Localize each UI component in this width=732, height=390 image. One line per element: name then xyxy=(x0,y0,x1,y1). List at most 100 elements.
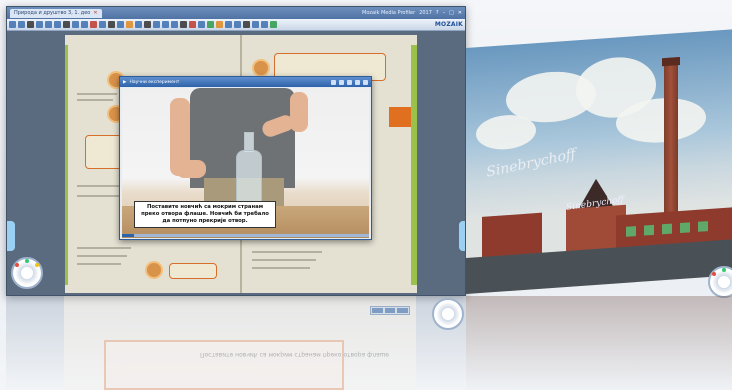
chapter-marker xyxy=(389,107,411,127)
edit-icon[interactable] xyxy=(347,79,352,85)
blue-pen-icon[interactable] xyxy=(198,21,205,28)
highlighter-icon[interactable] xyxy=(126,21,133,28)
building-sign: Sinebrychoff xyxy=(485,146,577,181)
minimize-icon[interactable]: – xyxy=(443,10,446,16)
close-icon[interactable] xyxy=(363,79,368,85)
text-line xyxy=(77,247,131,249)
green-pen-icon[interactable] xyxy=(207,21,214,28)
minimize-icon[interactable] xyxy=(355,79,360,85)
window xyxy=(680,222,690,234)
left-hand xyxy=(176,160,206,178)
float-button[interactable] xyxy=(384,308,396,313)
text-line xyxy=(252,251,322,253)
brand-logo: MOZAIK xyxy=(434,21,463,28)
shape-icon[interactable] xyxy=(117,21,124,28)
settings-icon[interactable] xyxy=(261,21,268,28)
next-page-tab[interactable] xyxy=(459,221,465,251)
character-bubble[interactable] xyxy=(252,59,270,77)
page-margin-bar xyxy=(411,45,417,285)
yellow-dot-icon xyxy=(35,263,39,267)
red-dot-icon xyxy=(15,263,19,267)
text-icon[interactable] xyxy=(99,21,106,28)
menu-icon[interactable] xyxy=(9,21,16,28)
text-line xyxy=(252,259,316,261)
library-icon[interactable] xyxy=(18,21,25,28)
search-icon[interactable] xyxy=(36,21,43,28)
text-line xyxy=(252,267,310,269)
maximize-icon[interactable]: □ xyxy=(449,10,454,16)
reflection: Поставите новчић са мокрим странам преко… xyxy=(0,296,732,390)
red-pen-icon[interactable] xyxy=(189,21,196,28)
text-line xyxy=(77,93,117,95)
window xyxy=(644,224,654,236)
brush-icon[interactable] xyxy=(180,21,187,28)
video-subtitle: Поставите новчић са мокрим странам преко… xyxy=(134,201,276,228)
text-line xyxy=(77,99,113,101)
tool-dial-reflection[interactable] xyxy=(432,298,464,330)
fullscreen-icon[interactable] xyxy=(339,79,344,85)
float-button[interactable] xyxy=(397,308,409,313)
glass-bottle xyxy=(236,132,262,210)
red-dot-icon xyxy=(712,272,716,276)
pin-icon[interactable] xyxy=(331,79,336,85)
film-icon: ▶ xyxy=(123,79,127,85)
share-icon[interactable] xyxy=(252,21,259,28)
eraser-icon[interactable] xyxy=(135,21,142,28)
factory-photo: Sinebrychoff Sinebrychoff xyxy=(466,29,732,294)
help-icon[interactable]: ? xyxy=(436,10,439,16)
player-controls xyxy=(331,79,368,85)
reflection-photo xyxy=(466,296,732,390)
character-bubble[interactable] xyxy=(145,261,163,279)
tool-dial-right[interactable] xyxy=(708,266,732,298)
video-frame[interactable]: Поставите новчић са мокрим странам преко… xyxy=(122,88,369,238)
player-title-bar: ▶ Научни експеримент xyxy=(120,77,371,87)
title-bar: Природа и друштво 3, 1. део ✕ Mozaik Med… xyxy=(7,7,465,19)
cloud xyxy=(476,113,536,152)
chimney xyxy=(662,57,680,219)
text-line xyxy=(77,263,121,265)
zoom-icon[interactable] xyxy=(72,21,79,28)
window-controls: ? – □ ✕ xyxy=(436,10,462,16)
stamp-icon[interactable] xyxy=(225,21,232,28)
screen: Природа и друштво 3, 1. део ✕ Mozaik Med… xyxy=(0,0,732,390)
ruler-icon[interactable] xyxy=(108,21,115,28)
tool-dial[interactable] xyxy=(11,257,43,289)
reflection-subtitle-box xyxy=(104,340,344,390)
fit-icon[interactable] xyxy=(81,21,88,28)
player-title: Научни експеримент xyxy=(129,79,180,85)
record-icon[interactable] xyxy=(90,21,97,28)
camera-icon[interactable] xyxy=(234,21,241,28)
window xyxy=(662,223,672,235)
redo-icon[interactable] xyxy=(153,21,160,28)
prev-page-tab[interactable] xyxy=(7,221,15,251)
print-icon[interactable] xyxy=(243,21,250,28)
close-icon[interactable]: ✕ xyxy=(458,10,462,16)
video-progress-bar[interactable] xyxy=(122,234,369,237)
app-title: Mozaik Mediа Profiler xyxy=(362,10,416,16)
marker-icon[interactable] xyxy=(216,21,223,28)
window xyxy=(698,221,708,232)
video-player-window: ▶ Научни експеримент Поставите новчић са… xyxy=(119,76,372,240)
double-page-icon[interactable] xyxy=(54,21,61,28)
progress-fill xyxy=(122,234,135,237)
text-line xyxy=(77,195,123,197)
arrow-left-icon[interactable] xyxy=(162,21,169,28)
page-margin-bar xyxy=(65,45,68,285)
tab-label: Природа и друштво 3, 1. део xyxy=(14,9,91,16)
chimney-cap xyxy=(662,57,680,67)
green-dot-icon xyxy=(25,259,29,263)
pointer-icon[interactable] xyxy=(63,21,70,28)
page-view-icon[interactable] xyxy=(45,21,52,28)
close-tab-icon[interactable]: ✕ xyxy=(93,10,97,17)
window xyxy=(626,226,636,237)
globe-icon[interactable] xyxy=(270,21,277,28)
tab-book[interactable]: Природа и друштво 3, 1. део ✕ xyxy=(10,8,102,18)
bottle-neck xyxy=(244,132,254,152)
pen-icon[interactable] xyxy=(27,21,34,28)
undo-icon[interactable] xyxy=(144,21,151,28)
floating-toolbar[interactable] xyxy=(370,306,410,315)
arrow-right-icon[interactable] xyxy=(171,21,178,28)
main-toolbar: MOZAIK xyxy=(7,19,465,31)
float-button[interactable] xyxy=(372,308,383,313)
note-box xyxy=(169,263,217,279)
